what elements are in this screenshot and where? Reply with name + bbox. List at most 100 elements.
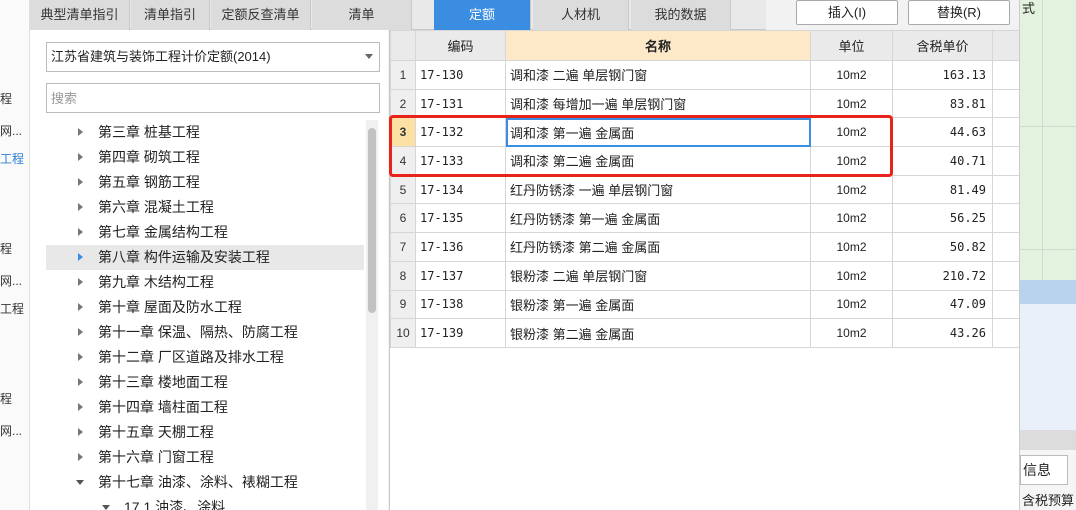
right-panel-selected-row[interactable] bbox=[1020, 280, 1076, 304]
name-cell[interactable]: 红丹防锈漆 一遍 单层钢门窗 bbox=[505, 174, 811, 205]
name-cell[interactable]: 调和漆 每增加一遍 单层钢门窗 bbox=[505, 88, 811, 119]
header-unit[interactable]: 单位 bbox=[810, 30, 893, 61]
name-cell[interactable]: 红丹防锈漆 第二遍 金属面 bbox=[505, 232, 811, 262]
tree-item[interactable]: 第十三章 楼地面工程 bbox=[46, 370, 364, 395]
row-index-cell[interactable]: 3 bbox=[390, 117, 416, 148]
expand-right-icon[interactable] bbox=[78, 278, 83, 286]
search-input[interactable] bbox=[46, 83, 380, 113]
row-index-cell[interactable]: 6 bbox=[390, 203, 416, 234]
replace-button[interactable]: 替换(R) bbox=[908, 0, 1010, 25]
unit-cell[interactable]: 10m2 bbox=[810, 260, 893, 291]
name-cell[interactable]: 银粉漆 第一遍 金属面 bbox=[505, 289, 811, 320]
code-cell[interactable]: 17-134 bbox=[415, 174, 506, 205]
table-row[interactable]: 6 17-135 红丹防锈漆 第一遍 金属面 10m2 56.25 bbox=[390, 203, 1020, 234]
expand-right-icon[interactable] bbox=[78, 378, 83, 386]
scrollbar-thumb[interactable] bbox=[368, 128, 376, 313]
expand-right-icon[interactable] bbox=[78, 128, 83, 136]
price-cell[interactable]: 56.25 bbox=[892, 203, 993, 234]
unit-cell[interactable]: 10m2 bbox=[810, 232, 893, 262]
price-cell[interactable]: 163.13 bbox=[892, 60, 993, 90]
code-cell[interactable]: 17-138 bbox=[415, 289, 506, 320]
table-row[interactable]: 9 17-138 银粉漆 第一遍 金属面 10m2 47.09 bbox=[390, 289, 1020, 320]
header-extra[interactable] bbox=[992, 30, 1020, 61]
extra-cell[interactable] bbox=[992, 60, 1020, 90]
code-cell[interactable]: 17-133 bbox=[415, 146, 506, 176]
table-row[interactable]: 4 17-133 调和漆 第二遍 金属面 10m2 40.71 bbox=[390, 146, 1020, 176]
tree-scrollbar[interactable] bbox=[366, 120, 378, 510]
quota-library-select[interactable]: 江苏省建筑与装饰工程计价定额(2014) bbox=[46, 42, 380, 72]
expand-right-icon[interactable] bbox=[78, 253, 83, 261]
row-index-cell[interactable]: 7 bbox=[390, 232, 416, 262]
tree-item[interactable]: 第十章 屋面及防水工程 bbox=[46, 295, 364, 320]
expand-right-icon[interactable] bbox=[78, 203, 83, 211]
code-cell[interactable]: 17-130 bbox=[415, 60, 506, 90]
row-index-cell[interactable]: 9 bbox=[390, 289, 416, 320]
name-cell[interactable]: 调和漆 二遍 单层钢门窗 bbox=[505, 60, 811, 90]
insert-button[interactable]: 插入(I) bbox=[796, 0, 898, 25]
row-index-cell[interactable]: 5 bbox=[390, 174, 416, 205]
table-row[interactable]: 7 17-136 红丹防锈漆 第二遍 金属面 10m2 50.82 bbox=[390, 232, 1020, 262]
tree-item[interactable]: 17.1 油漆、涂料 bbox=[46, 495, 364, 510]
expand-right-icon[interactable] bbox=[78, 178, 83, 186]
expand-right-icon[interactable] bbox=[78, 428, 83, 436]
extra-cell[interactable] bbox=[992, 146, 1020, 176]
table-row[interactable]: 1 17-130 调和漆 二遍 单层钢门窗 10m2 163.13 bbox=[390, 60, 1020, 90]
expand-right-icon[interactable] bbox=[78, 328, 83, 336]
tree-item[interactable]: 第七章 金属结构工程 bbox=[46, 220, 364, 245]
code-cell[interactable]: 17-132 bbox=[415, 117, 506, 148]
expand-right-icon[interactable] bbox=[78, 228, 83, 236]
expand-right-icon[interactable] bbox=[78, 403, 83, 411]
row-index-cell[interactable]: 1 bbox=[390, 60, 416, 90]
unit-cell[interactable]: 10m2 bbox=[810, 117, 893, 148]
extra-cell[interactable] bbox=[992, 174, 1020, 205]
tree-item[interactable]: 第十一章 保温、隔热、防腐工程 bbox=[46, 320, 364, 345]
table-row[interactable]: 10 17-139 银粉漆 第二遍 金属面 10m2 43.26 bbox=[390, 318, 1020, 348]
table-row[interactable]: 8 17-137 银粉漆 二遍 单层钢门窗 10m2 210.72 bbox=[390, 260, 1020, 291]
tree-item[interactable]: 第十五章 天棚工程 bbox=[46, 420, 364, 445]
row-index-cell[interactable]: 8 bbox=[390, 260, 416, 291]
price-cell[interactable]: 44.63 bbox=[892, 117, 993, 148]
expand-right-icon[interactable] bbox=[78, 153, 83, 161]
code-cell[interactable]: 17-137 bbox=[415, 260, 506, 291]
tree-item[interactable]: 第十四章 墙柱面工程 bbox=[46, 395, 364, 420]
name-cell[interactable]: 红丹防锈漆 第一遍 金属面 bbox=[505, 203, 811, 234]
unit-cell[interactable]: 10m2 bbox=[810, 88, 893, 119]
header-price[interactable]: 含税单价 bbox=[892, 30, 993, 61]
price-cell[interactable]: 210.72 bbox=[892, 260, 993, 291]
code-cell[interactable]: 17-135 bbox=[415, 203, 506, 234]
table-row[interactable]: 5 17-134 红丹防锈漆 一遍 单层钢门窗 10m2 81.49 bbox=[390, 174, 1020, 205]
name-cell[interactable]: 调和漆 第一遍 金属面 bbox=[505, 117, 811, 148]
code-cell[interactable]: 17-131 bbox=[415, 88, 506, 119]
price-cell[interactable]: 50.82 bbox=[892, 232, 993, 262]
code-cell[interactable]: 17-136 bbox=[415, 232, 506, 262]
extra-cell[interactable] bbox=[992, 117, 1020, 148]
code-cell[interactable]: 17-139 bbox=[415, 318, 506, 348]
tab-5[interactable]: 人材机 bbox=[533, 0, 629, 30]
price-cell[interactable]: 40.71 bbox=[892, 146, 993, 176]
expand-right-icon[interactable] bbox=[78, 303, 83, 311]
tree-item[interactable]: 第三章 桩基工程 bbox=[46, 120, 364, 145]
tree-item[interactable]: 第十六章 门窗工程 bbox=[46, 445, 364, 470]
tree-item[interactable]: 第四章 砌筑工程 bbox=[46, 145, 364, 170]
extra-cell[interactable] bbox=[992, 232, 1020, 262]
tree-item[interactable]: 第五章 钢筋工程 bbox=[46, 170, 364, 195]
expand-right-icon[interactable] bbox=[78, 453, 83, 461]
tab-2[interactable]: 定额反查清单 bbox=[211, 0, 311, 30]
unit-cell[interactable]: 10m2 bbox=[810, 289, 893, 320]
row-index-cell[interactable]: 4 bbox=[390, 146, 416, 176]
table-row[interactable]: 2 17-131 调和漆 每增加一遍 单层钢门窗 10m2 83.81 bbox=[390, 88, 1020, 119]
unit-cell[interactable]: 10m2 bbox=[810, 203, 893, 234]
tree-item[interactable]: 第十二章 厂区道路及排水工程 bbox=[46, 345, 364, 370]
table-row[interactable]: 3 17-132 调和漆 第一遍 金属面 10m2 44.63 bbox=[390, 117, 1020, 148]
tab-1[interactable]: 清单指引 bbox=[131, 0, 210, 30]
name-cell[interactable]: 银粉漆 第二遍 金属面 bbox=[505, 318, 811, 348]
extra-cell[interactable] bbox=[992, 203, 1020, 234]
name-cell[interactable]: 银粉漆 二遍 单层钢门窗 bbox=[505, 260, 811, 291]
tab-0[interactable]: 典型清单指引 bbox=[30, 0, 130, 30]
header-code[interactable]: 编码 bbox=[415, 30, 506, 61]
expand-down-icon[interactable] bbox=[102, 505, 110, 510]
unit-cell[interactable]: 10m2 bbox=[810, 60, 893, 90]
tree-item[interactable]: 第九章 木结构工程 bbox=[46, 270, 364, 295]
unit-cell[interactable]: 10m2 bbox=[810, 146, 893, 176]
expand-down-icon[interactable] bbox=[76, 480, 84, 485]
